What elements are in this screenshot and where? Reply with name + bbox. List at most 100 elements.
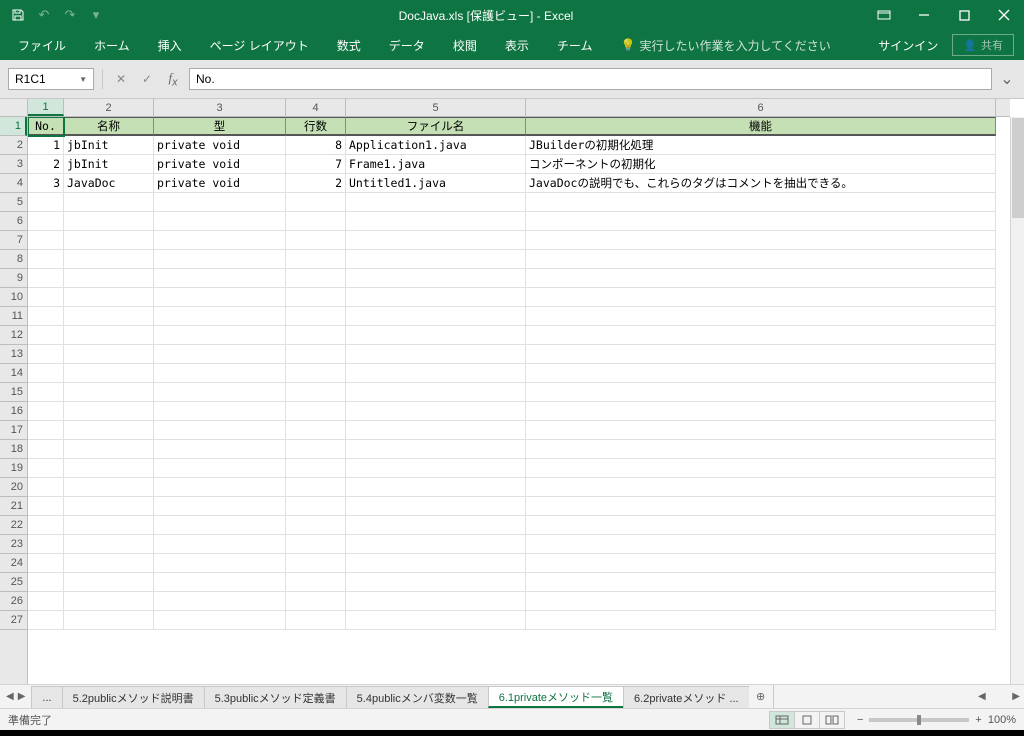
row-header[interactable]: 8 (0, 250, 27, 269)
header-cell[interactable]: 型 (154, 117, 286, 136)
data-cell[interactable]: Frame1.java (346, 155, 526, 174)
row-header[interactable]: 16 (0, 402, 27, 421)
data-cell[interactable] (28, 421, 64, 440)
row-header[interactable]: 9 (0, 269, 27, 288)
row-header[interactable]: 17 (0, 421, 27, 440)
data-cell[interactable] (154, 592, 286, 611)
data-cell[interactable] (286, 345, 346, 364)
data-cell[interactable] (346, 250, 526, 269)
data-cell[interactable] (28, 516, 64, 535)
scroll-left-icon[interactable]: ◀ (978, 691, 986, 702)
data-cell[interactable] (286, 554, 346, 573)
data-cell[interactable] (526, 459, 996, 478)
data-cell[interactable] (346, 326, 526, 345)
data-cell[interactable] (346, 193, 526, 212)
data-cell[interactable]: private void (154, 136, 286, 155)
row-header[interactable]: 15 (0, 383, 27, 402)
data-cell[interactable] (64, 383, 154, 402)
header-cell[interactable]: 行数 (286, 117, 346, 136)
data-cell[interactable]: 2 (286, 174, 346, 193)
data-cell[interactable]: Untitled1.java (346, 174, 526, 193)
expand-formula-bar-icon[interactable]: ⌄ (998, 69, 1016, 89)
data-cell[interactable] (526, 478, 996, 497)
data-cell[interactable] (346, 478, 526, 497)
data-cell[interactable] (64, 345, 154, 364)
row-header[interactable]: 22 (0, 516, 27, 535)
data-cell[interactable] (526, 421, 996, 440)
data-cell[interactable] (64, 573, 154, 592)
row-header[interactable]: 11 (0, 307, 27, 326)
column-header[interactable]: 6 (526, 99, 996, 116)
sheet-tab-ellipsis[interactable]: ... (31, 686, 62, 708)
tab-insert[interactable]: 挿入 (144, 30, 196, 60)
row-header[interactable]: 12 (0, 326, 27, 345)
data-cell[interactable] (286, 326, 346, 345)
data-cell[interactable] (154, 573, 286, 592)
data-cell[interactable]: 8 (286, 136, 346, 155)
prev-tab-icon[interactable]: ◀ (6, 691, 14, 702)
data-cell[interactable] (154, 421, 286, 440)
new-sheet-button[interactable]: ⊕ (749, 685, 773, 708)
data-cell[interactable] (286, 611, 346, 630)
data-cell[interactable] (286, 592, 346, 611)
data-cell[interactable] (346, 459, 526, 478)
tab-page-layout[interactable]: ページ レイアウト (196, 30, 323, 60)
row-header[interactable]: 27 (0, 611, 27, 630)
data-cell[interactable] (154, 250, 286, 269)
data-cell[interactable] (154, 212, 286, 231)
page-layout-view-button[interactable] (794, 711, 820, 729)
data-cell[interactable] (286, 193, 346, 212)
data-cell[interactable] (28, 307, 64, 326)
ribbon-display-icon[interactable] (864, 0, 904, 30)
data-cell[interactable] (154, 269, 286, 288)
data-cell[interactable] (286, 440, 346, 459)
data-cell[interactable]: Application1.java (346, 136, 526, 155)
horizontal-scrollbar[interactable]: ◀▶ (974, 685, 1024, 708)
data-cell[interactable]: private void (154, 155, 286, 174)
signin-link[interactable]: サインイン (864, 37, 952, 54)
row-header[interactable]: 26 (0, 592, 27, 611)
data-cell[interactable] (154, 326, 286, 345)
data-cell[interactable] (526, 554, 996, 573)
data-cell[interactable] (286, 535, 346, 554)
share-button[interactable]: 👤 共有 (952, 34, 1014, 56)
data-cell[interactable] (286, 307, 346, 326)
cells-area[interactable]: No.名称型行数ファイル名機能1jbInitprivate void8Appli… (28, 117, 1010, 684)
scroll-right-icon[interactable]: ▶ (1012, 691, 1020, 702)
data-cell[interactable] (64, 269, 154, 288)
data-cell[interactable] (28, 269, 64, 288)
data-cell[interactable] (526, 288, 996, 307)
chevron-down-icon[interactable]: ▼ (79, 75, 87, 84)
data-cell[interactable] (154, 478, 286, 497)
data-cell[interactable] (28, 383, 64, 402)
close-icon[interactable] (984, 0, 1024, 30)
data-cell[interactable]: 2 (28, 155, 64, 174)
tab-home[interactable]: ホーム (80, 30, 144, 60)
tab-review[interactable]: 校閲 (439, 30, 491, 60)
fx-icon[interactable]: fx (163, 69, 183, 89)
data-cell[interactable] (526, 364, 996, 383)
data-cell[interactable] (154, 440, 286, 459)
data-cell[interactable] (28, 611, 64, 630)
row-header[interactable]: 10 (0, 288, 27, 307)
data-cell[interactable] (28, 212, 64, 231)
data-cell[interactable] (526, 345, 996, 364)
data-cell[interactable] (526, 497, 996, 516)
scrollbar-thumb[interactable] (1012, 118, 1024, 218)
data-cell[interactable] (154, 307, 286, 326)
data-cell[interactable] (64, 535, 154, 554)
data-cell[interactable] (28, 478, 64, 497)
tab-view[interactable]: 表示 (491, 30, 543, 60)
data-cell[interactable] (346, 402, 526, 421)
data-cell[interactable] (286, 364, 346, 383)
data-cell[interactable] (154, 516, 286, 535)
data-cell[interactable] (286, 573, 346, 592)
data-cell[interactable] (28, 535, 64, 554)
data-cell[interactable] (286, 478, 346, 497)
data-cell[interactable] (286, 383, 346, 402)
cancel-formula-icon[interactable]: ✕ (111, 69, 131, 89)
data-cell[interactable] (28, 402, 64, 421)
data-cell[interactable] (64, 288, 154, 307)
data-cell[interactable] (154, 611, 286, 630)
data-cell[interactable] (28, 250, 64, 269)
